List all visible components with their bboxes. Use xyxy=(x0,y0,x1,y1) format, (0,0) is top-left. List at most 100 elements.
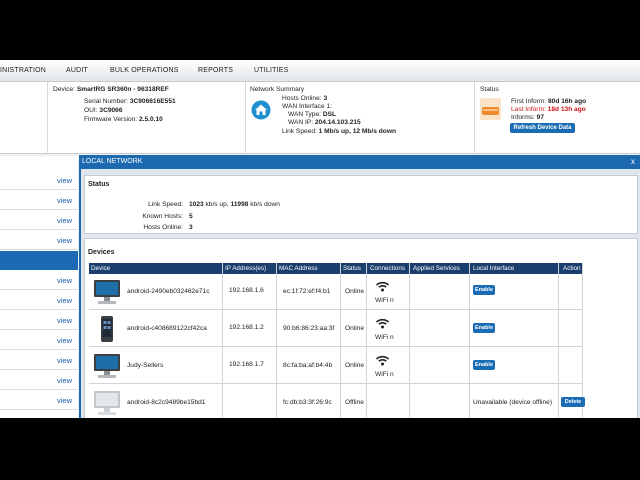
connection-type: WiFi n xyxy=(375,371,394,378)
list-item: view xyxy=(0,231,78,250)
delete-button[interactable]: Delete xyxy=(561,397,585,407)
last-inform-value: 18d 13h ago xyxy=(547,106,586,113)
divider xyxy=(245,82,246,154)
device-name: android-c408689122cf42ca xyxy=(127,325,207,332)
wan-ip-value: 204.14.103.215 xyxy=(314,119,361,126)
col-local-interface: Local Interface xyxy=(473,265,515,272)
devices-panel-title: Devices xyxy=(88,249,115,256)
known-hosts-label: Known Hosts: xyxy=(142,213,183,220)
list-item: view xyxy=(0,191,78,210)
mac-address: 8c:fa:ba:af:b4:4b xyxy=(283,362,333,369)
device-name: SmartRG SR360n - 96318REF xyxy=(76,86,169,93)
col-connections: Connections xyxy=(370,265,406,272)
list-item: view xyxy=(0,271,78,290)
view-link[interactable]: view xyxy=(57,216,72,225)
divider xyxy=(47,82,48,154)
devices-panel: Devices Device IP Address(es) MAC Addres… xyxy=(84,238,638,418)
known-hosts-value: 5 xyxy=(189,213,193,220)
app-screen: INISTRATION AUDIT BULK OPERATIONS REPORT… xyxy=(0,60,640,418)
list-item-selected[interactable] xyxy=(0,251,78,270)
view-link[interactable]: view xyxy=(57,356,72,365)
network-status-panel: Status Link Speed: 1023 kb/s up, 11998 k… xyxy=(84,175,638,234)
local-interface-status: Unavailable (device offline) xyxy=(473,399,553,406)
wifi-icon xyxy=(376,281,389,292)
home-network-icon xyxy=(251,100,271,120)
modal-title: LOCAL NETWORK xyxy=(82,158,143,165)
desktop-computer-offline-icon xyxy=(94,391,120,415)
informs-row: Informs: 97 xyxy=(511,114,545,121)
ip-address: 192.168.1.7 xyxy=(229,361,264,368)
list-item: view xyxy=(0,351,78,370)
col-status: Status xyxy=(343,265,361,272)
mac-address: fc:db:b3:3f:26:9c xyxy=(283,399,332,406)
col-ip-address: IP Address(es) xyxy=(225,265,267,272)
nav-bulk-operations[interactable]: BULK OPERATIONS xyxy=(110,67,179,74)
devices-table-header: Device IP Address(es) MAC Address Status… xyxy=(89,263,583,274)
view-link[interactable]: view xyxy=(57,396,72,405)
refresh-device-data-button[interactable]: Refresh Device Data xyxy=(510,123,575,133)
link-speed-value: 1 Mb/s up, 12 Mb/s down xyxy=(318,128,396,135)
oui-value: 3C9066 xyxy=(99,107,123,114)
table-row: android-c408689122cf42ca 192.168.1.2 90:… xyxy=(89,311,583,347)
col-device: Device xyxy=(91,265,111,272)
view-link[interactable]: view xyxy=(57,176,72,185)
col-mac-address: MAC Address xyxy=(279,265,318,272)
wan-interface-label: WAN Interface 1: xyxy=(282,103,332,110)
first-inform-row: First Inform: 80d 16h ago xyxy=(511,98,587,105)
host-list: view view view view view view view view … xyxy=(0,156,78,418)
view-link[interactable]: view xyxy=(57,296,72,305)
nav-utilities[interactable]: UTILITIES xyxy=(254,67,288,74)
hosts-online-label: Hosts Online: xyxy=(143,224,183,231)
status-box-title: Status xyxy=(480,86,499,93)
nav-audit[interactable]: AUDIT xyxy=(66,67,88,74)
top-nav: INISTRATION AUDIT BULK OPERATIONS REPORT… xyxy=(0,60,640,82)
mac-address: 90:b6:86:23:aa:3f xyxy=(283,325,335,332)
divider xyxy=(474,82,475,154)
list-item: view xyxy=(0,391,78,410)
nav-reports[interactable]: REPORTS xyxy=(198,67,233,74)
device-status: Online xyxy=(345,288,365,295)
view-link[interactable]: view xyxy=(57,316,72,325)
link-speed-row: Link Speed: 1 Mb/s up, 12 Mb/s down xyxy=(282,128,396,135)
modal-body: Status Link Speed: 1023 kb/s up, 11998 k… xyxy=(81,169,640,418)
table-row: android-8c2c9489be15bd1 fc:db:b3:3f:26:9… xyxy=(89,385,585,418)
link-speed-value: 1023 kb/s up, 11998 kb/s down xyxy=(189,201,280,208)
connection-type: WiFi n xyxy=(375,297,394,304)
list-item: view xyxy=(0,311,78,330)
local-network-modal: LOCAL NETWORK x Status Link Speed: 1023 … xyxy=(79,155,640,418)
connection-type: WiFi n xyxy=(375,334,394,341)
hosts-online-row: Hosts Online: 3 xyxy=(282,95,328,102)
enable-button[interactable]: Enable xyxy=(473,360,495,370)
device-status: Online xyxy=(345,325,365,332)
status-panel-title: Status xyxy=(88,181,110,188)
view-link[interactable]: view xyxy=(57,376,72,385)
first-inform-value: 80d 16h ago xyxy=(548,98,587,105)
device-info-header: Device: SmartRG SR360n - 96318REF Serial… xyxy=(0,82,640,154)
wifi-icon xyxy=(376,355,389,366)
oui-row: OUI: 3C9066 xyxy=(84,107,123,114)
device-status: Offline xyxy=(345,399,364,406)
view-link[interactable]: view xyxy=(57,236,72,245)
desktop-computer-icon xyxy=(94,354,120,378)
device-name: android-2490eb032462e71c xyxy=(127,288,210,295)
ip-address: 192.168.1.2 xyxy=(229,324,264,331)
device-status: Online xyxy=(345,362,365,369)
list-item: view xyxy=(0,211,78,230)
enable-button[interactable]: Enable xyxy=(473,323,495,333)
view-link[interactable]: view xyxy=(57,276,72,285)
device-name: android-8c2c9489be15bd1 xyxy=(127,399,206,406)
view-link[interactable]: view xyxy=(57,336,72,345)
last-inform-row: Last Inform: 18d 13h ago xyxy=(511,106,586,113)
view-link[interactable]: view xyxy=(57,196,72,205)
wan-type-value: DSL xyxy=(322,111,337,118)
serial-row: Serial Number: 3C906616E551 xyxy=(84,98,176,105)
firmware-row: Firmware Version: 2.5.0.10 xyxy=(84,116,163,123)
network-summary-title: Network Summary xyxy=(250,86,305,93)
nav-administration[interactable]: INISTRATION xyxy=(0,67,46,74)
list-item: view xyxy=(0,331,78,350)
close-icon[interactable]: x xyxy=(631,157,635,166)
hosts-online-value: 3 xyxy=(189,224,193,231)
wifi-icon xyxy=(376,318,389,329)
enable-button[interactable]: Enable xyxy=(473,285,495,295)
col-applied-services: Applied Services xyxy=(413,265,460,272)
